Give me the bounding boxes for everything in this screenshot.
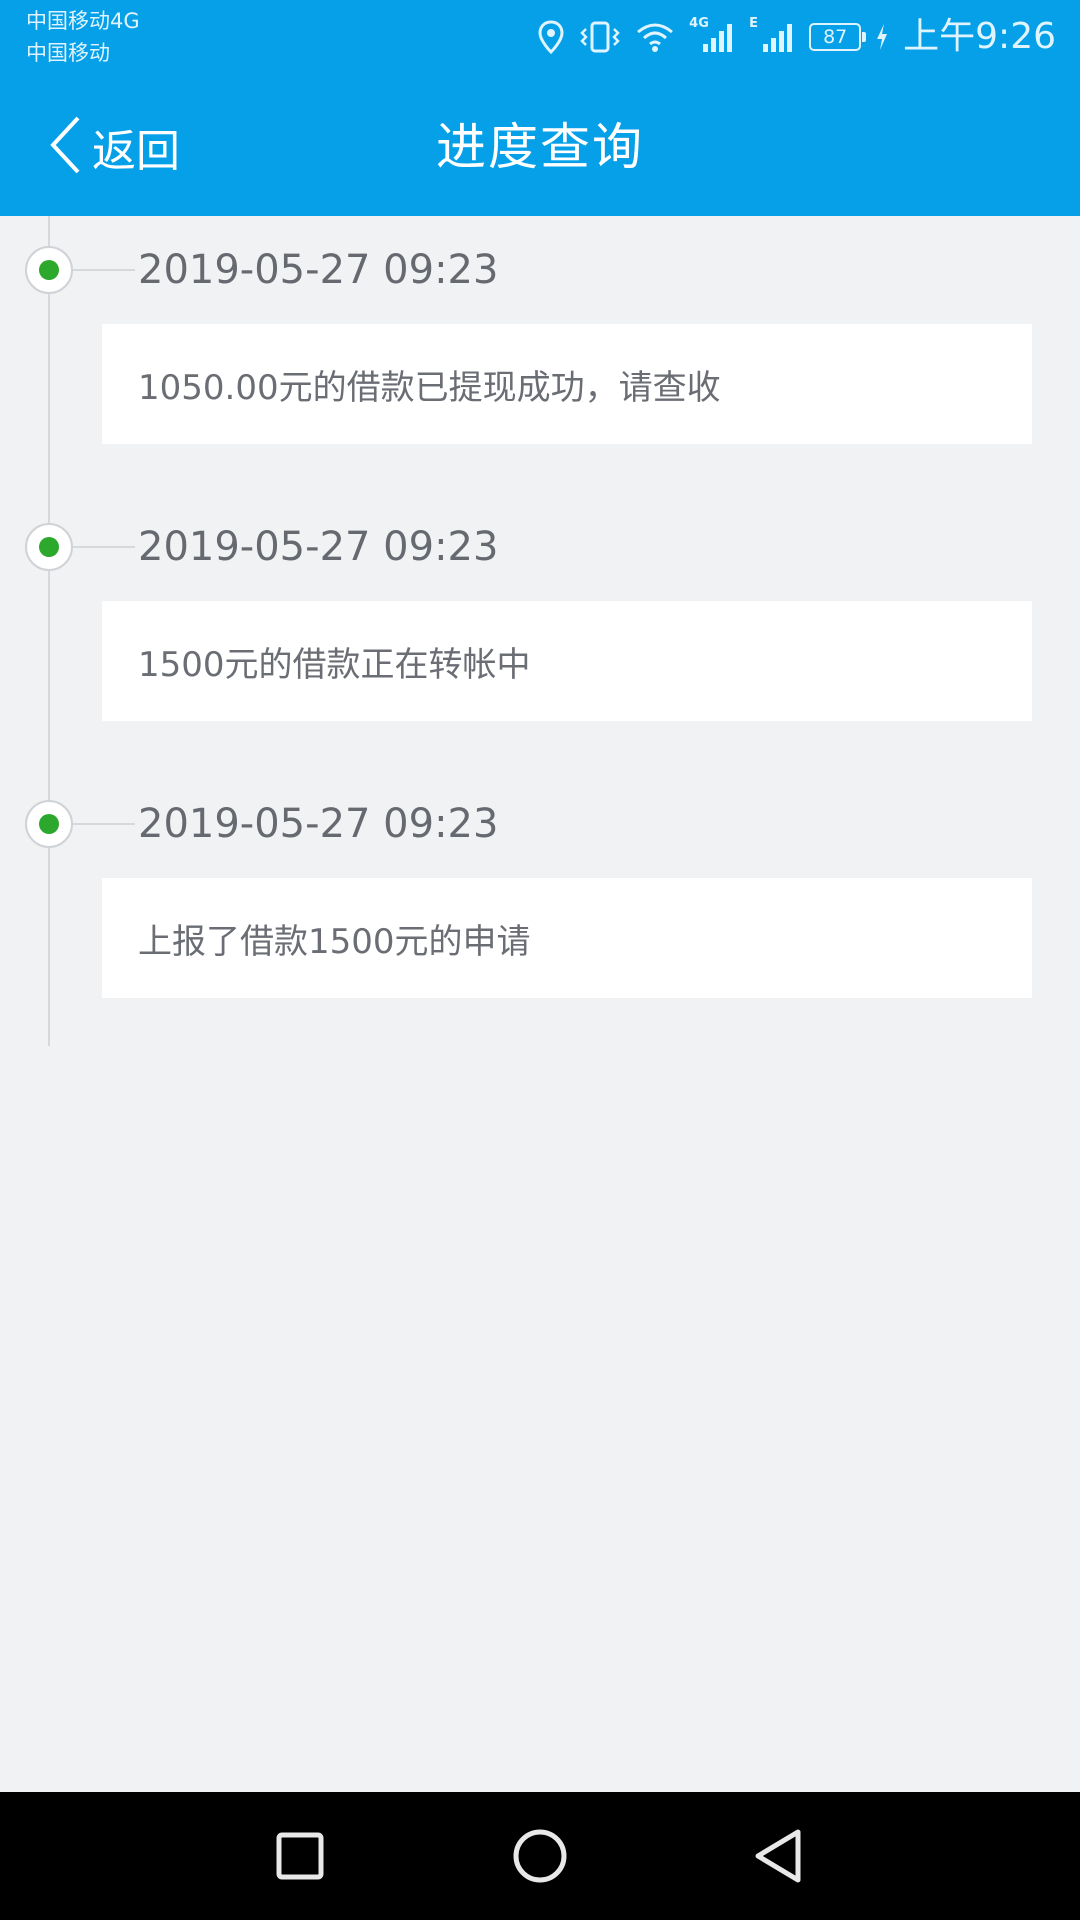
carrier-label-secondary: 中国移动 [26, 41, 110, 65]
timeline-item: 2019-05-27 09:23 1500元的借款正在转帐中 [0, 493, 1080, 769]
signal-icon-secondary: E [749, 16, 795, 54]
vibrate-icon [579, 20, 621, 54]
timeline-timestamp: 2019-05-27 09:23 [138, 247, 499, 293]
network-type-label-secondary: E [749, 16, 759, 31]
recents-square-icon[interactable] [270, 1826, 330, 1886]
timeline-connector [73, 269, 135, 271]
timeline-timestamp: 2019-05-27 09:23 [138, 524, 499, 570]
timeline-connector [73, 546, 135, 548]
timeline-connector [73, 823, 135, 825]
status-dot [25, 800, 73, 848]
status-clock: 上午9:26 [903, 16, 1056, 57]
network-type-label: 4G [689, 16, 709, 31]
status-dot [25, 246, 73, 294]
timeline-item: 2019-05-27 09:23 1050.00元的借款已提现成功，请查收 [0, 216, 1080, 492]
timeline-message-card: 上报了借款1500元的申请 [102, 878, 1032, 998]
battery-icon: 87 [809, 23, 867, 51]
nav-bar: 返回 进度查询 [0, 74, 1080, 216]
signal-icon: 4G [689, 16, 735, 54]
timeline-message-card: 1050.00元的借款已提现成功，请查收 [102, 324, 1032, 444]
page-title: 进度查询 [436, 118, 644, 176]
charging-icon [875, 23, 889, 51]
progress-timeline: 2019-05-27 09:23 1050.00元的借款已提现成功，请查收 20… [0, 216, 1080, 1046]
status-dot [25, 523, 73, 571]
home-circle-icon[interactable] [510, 1826, 570, 1886]
timeline-item: 2019-05-27 09:23 上报了借款1500元的申请 [0, 770, 1080, 1046]
timeline-timestamp: 2019-05-27 09:23 [138, 801, 499, 847]
carrier-label-primary: 中国移动4G [26, 9, 140, 33]
back-triangle-icon[interactable] [750, 1826, 810, 1886]
system-navigation-bar [0, 1792, 1080, 1920]
wifi-icon [635, 20, 675, 54]
timeline-message-card: 1500元的借款正在转帐中 [102, 601, 1032, 721]
status-bar: 中国移动4G 中国移动 4G E 87 上午9:26 [0, 0, 1080, 74]
location-icon [537, 20, 565, 54]
progress-query-screen: 中国移动4G 中国移动 4G E 87 上午9:26 返回 进度查询 2019-… [0, 0, 1080, 1920]
status-icons: 4G E 87 上午9:26 [537, 12, 1056, 62]
